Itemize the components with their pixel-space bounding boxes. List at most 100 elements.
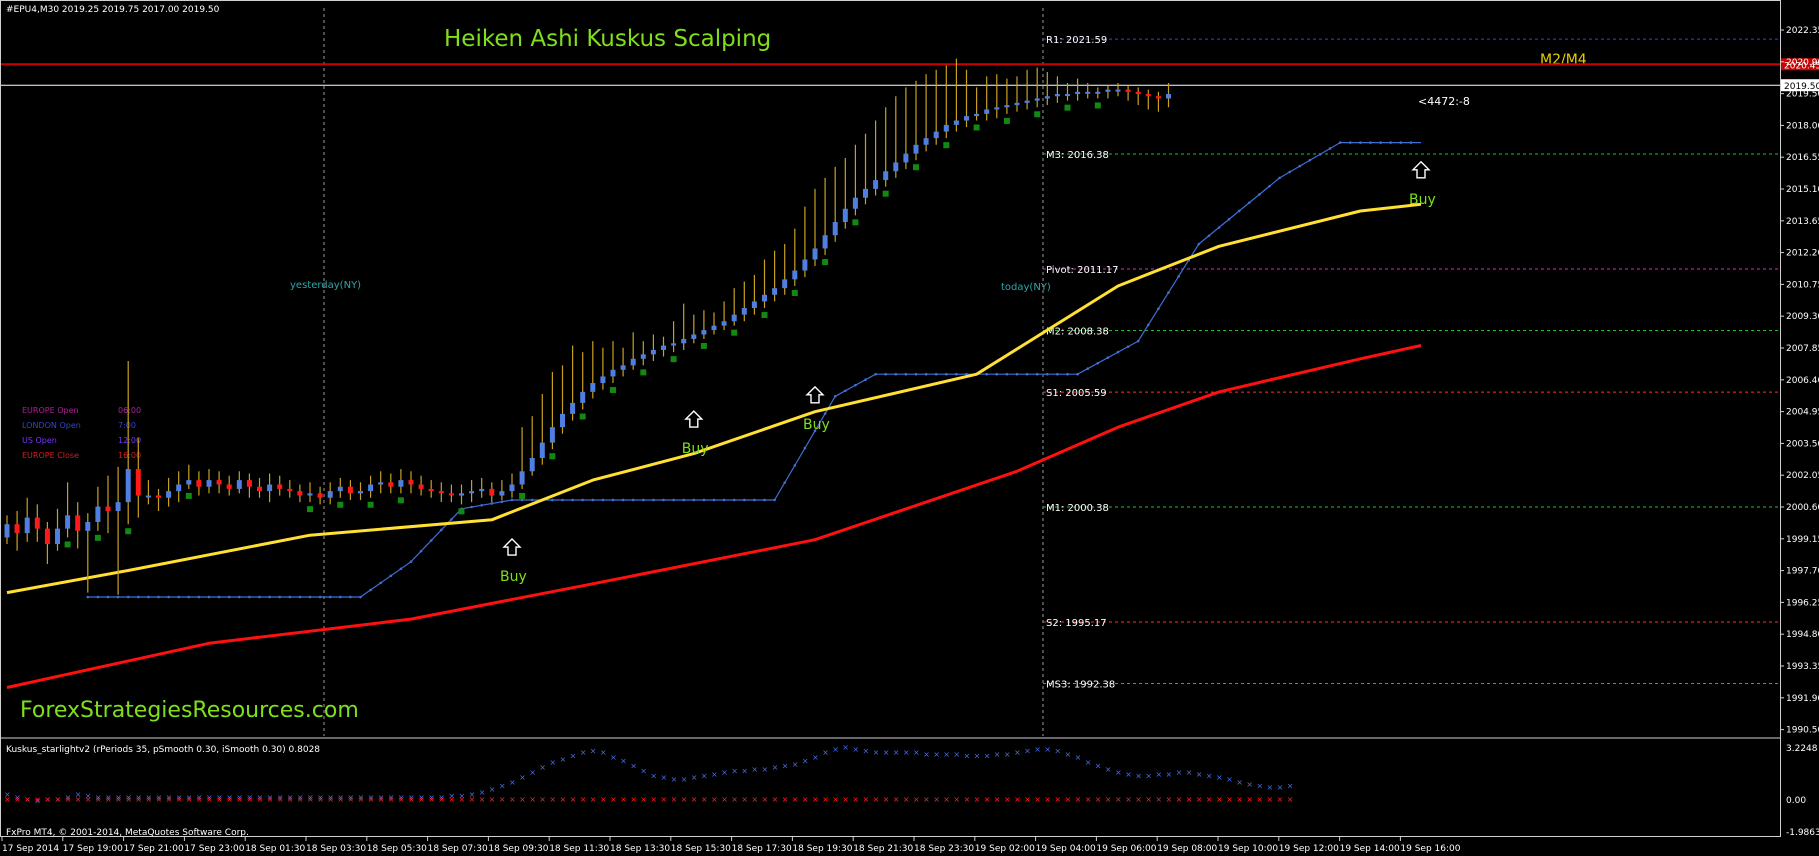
trail-dot xyxy=(1086,367,1089,370)
trail-dot xyxy=(642,498,645,502)
trail-dot xyxy=(1005,372,1009,376)
indicator-red-mark: × xyxy=(368,795,375,804)
indicator-red-mark: × xyxy=(620,795,627,804)
indicator-red-mark: × xyxy=(600,795,607,804)
trail-dot xyxy=(1318,153,1322,156)
session-time-1: 7:00 xyxy=(118,421,136,430)
candle-body xyxy=(509,484,515,492)
y-tick-label: 2002.05 xyxy=(1786,471,1819,481)
signal-dot xyxy=(852,219,859,226)
candle-body xyxy=(368,484,374,492)
indicator-red-mark: × xyxy=(711,795,718,804)
trail-dot xyxy=(1046,372,1049,376)
indicator-blue-mark: × xyxy=(1287,781,1294,790)
indicator-red-mark: × xyxy=(206,795,213,804)
indicator-red-mark: × xyxy=(408,795,415,804)
indicator-red-mark: × xyxy=(1014,795,1021,804)
trail-dot xyxy=(1288,170,1291,174)
candle-body xyxy=(1125,89,1131,92)
indicator-blue-mark: × xyxy=(923,750,930,759)
trail-dot xyxy=(288,595,292,599)
indicator-blue-mark: × xyxy=(580,748,587,757)
candle-body xyxy=(317,493,323,498)
candle-body xyxy=(1044,96,1050,99)
candle-body xyxy=(297,491,303,496)
candle-body xyxy=(630,358,636,366)
indicator-blue-mark: × xyxy=(812,753,819,762)
indicator-red-mark: × xyxy=(448,795,455,804)
trail-dot xyxy=(1147,323,1150,327)
candle-body xyxy=(984,109,990,114)
trail-dot xyxy=(833,394,837,398)
trail-dot xyxy=(157,595,160,599)
candle-body xyxy=(1075,91,1081,95)
indicator-blue-mark: × xyxy=(883,748,890,757)
indicator-red-mark: × xyxy=(741,795,748,804)
trail-dot xyxy=(1035,372,1039,376)
indicator-red-mark: × xyxy=(1125,795,1132,804)
x-tick-label: 19 Sep 02:00 xyxy=(975,844,1035,854)
trail-dot xyxy=(803,446,807,450)
indicator-blue-mark: × xyxy=(1095,761,1102,770)
watermark-text: ForexStrategiesResources.com xyxy=(20,698,359,723)
signal-dot xyxy=(761,312,768,319)
indicator-blue-mark: × xyxy=(1186,768,1193,777)
trail-dot xyxy=(137,595,140,599)
trail-dot xyxy=(621,498,625,502)
candle-body xyxy=(156,495,161,498)
indicator-red-mark: × xyxy=(95,795,102,804)
candle-body xyxy=(893,162,899,172)
candle-body xyxy=(691,334,697,339)
indicator-red-mark: × xyxy=(661,795,668,804)
session-label-0: EUROPE Open xyxy=(22,406,79,415)
trail-dot xyxy=(874,372,877,376)
indicator-red-mark: × xyxy=(1095,795,1102,804)
candle-body xyxy=(782,279,788,289)
x-tick-label: 19 Sep 04:00 xyxy=(1036,844,1096,854)
trail-dot xyxy=(1349,141,1352,144)
indicator-red-mark: × xyxy=(1145,795,1152,804)
trail-dot xyxy=(662,498,665,502)
candle-body xyxy=(560,413,565,428)
trail-dot xyxy=(934,372,938,376)
x-tick-label: 17 Sep 21:00 xyxy=(124,844,184,854)
trail-dot xyxy=(328,595,332,599)
trail-dot xyxy=(248,595,251,599)
indicator-blue-mark: × xyxy=(711,770,718,779)
indicator-red-mark: × xyxy=(1075,795,1082,804)
signal-dot xyxy=(337,501,344,508)
signal-dot xyxy=(700,342,707,349)
trail-dot xyxy=(86,595,90,599)
x-tick-label: 18 Sep 17:30 xyxy=(732,844,792,854)
candle-body xyxy=(863,188,868,198)
x-tick-label: 19 Sep 16:00 xyxy=(1400,844,1460,854)
indicator-blue-mark: × xyxy=(762,765,769,774)
indicator-blue-mark: × xyxy=(691,773,698,782)
indicator-red-mark: × xyxy=(842,795,849,804)
indicator-blue-mark: × xyxy=(590,746,597,755)
indicator-blue-mark: × xyxy=(964,751,971,760)
candle-body xyxy=(1115,89,1121,92)
trail-dot xyxy=(1389,141,1392,144)
indicator-blue-mark: × xyxy=(671,775,678,784)
candle-body xyxy=(1034,98,1040,101)
y-tick-label: 2000.60 xyxy=(1786,503,1819,513)
signal-dot xyxy=(882,190,889,197)
indicator-blue-mark: × xyxy=(1267,783,1274,792)
trail-dot xyxy=(995,372,999,376)
indicator-red-mark: × xyxy=(681,795,688,804)
buy-label-3: Buy xyxy=(1409,192,1436,208)
candle-body xyxy=(903,153,909,163)
x-tick-label: 19 Sep 14:00 xyxy=(1340,844,1400,854)
session-label-3: EUROPE Close xyxy=(22,451,79,460)
candle-body xyxy=(610,369,616,377)
trail-dot xyxy=(1338,141,1342,144)
indicator-blue-mark: × xyxy=(1246,780,1253,789)
indicator-red-mark: × xyxy=(1004,795,1011,804)
trail-dot xyxy=(217,595,221,599)
indicator-blue-mark: × xyxy=(802,756,809,765)
signal-dot xyxy=(640,369,647,376)
trail-dot xyxy=(450,518,453,521)
trail-dot xyxy=(399,567,403,571)
indicator-red-mark: × xyxy=(762,795,769,804)
